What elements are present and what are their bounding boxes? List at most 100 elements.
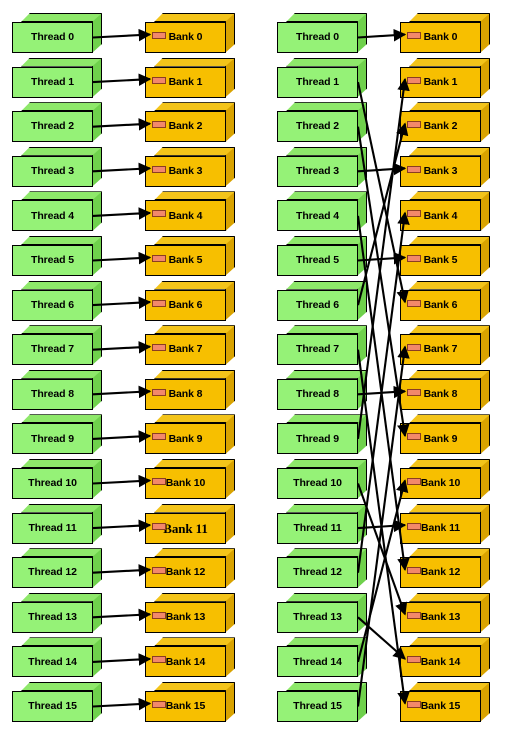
bank-access-chip-icon [407, 656, 421, 664]
thread-box-7-left-diagram[interactable]: Thread 7 [12, 325, 102, 366]
thread-box-9-left-diagram[interactable]: Thread 9 [12, 414, 102, 455]
thread-box-10-left-diagram[interactable]: Thread 10 [12, 459, 102, 499]
bank-box-top-face [154, 57, 235, 67]
bank-box-3-right-diagram[interactable]: Bank 3 [400, 146, 490, 187]
thread-box-2-right-diagram[interactable]: Thread 2 [277, 102, 367, 143]
thread-box-6-right-diagram[interactable]: Thread 6 [277, 280, 367, 321]
bank-box-14-left-diagram[interactable]: Bank 14 [145, 637, 235, 678]
thread-box-11-left-diagram[interactable]: Thread 11 [12, 503, 102, 544]
bank-box-10-right-diagram[interactable]: Bank 10 [400, 459, 490, 499]
bank-box-7-left-diagram[interactable]: Bank 7 [145, 325, 235, 366]
thread-box-14-left-diagram[interactable]: Thread 14 [12, 637, 102, 678]
thread-box-0-right-diagram[interactable]: Thread 0 [277, 13, 367, 53]
bank-box-11-left-diagram[interactable]: Bank 11 [145, 503, 235, 544]
bank-box-2-right-diagram[interactable]: Bank 2 [400, 102, 490, 143]
thread-label: Thread 10 [28, 477, 77, 490]
bank-label: Bank 8 [423, 388, 458, 401]
thread-box-top-face [21, 369, 102, 379]
thread-box-4-right-diagram[interactable]: Thread 4 [277, 191, 367, 232]
thread-box-13-right-diagram[interactable]: Thread 13 [277, 592, 367, 633]
bank-box-5-right-diagram[interactable]: Bank 5 [400, 236, 490, 276]
bank-box-3-left-diagram[interactable]: Bank 3 [145, 146, 235, 187]
bank-box-7-right-diagram[interactable]: Bank 7 [400, 325, 490, 366]
bank-box-6-left-diagram[interactable]: Bank 6 [145, 280, 235, 321]
thread-box-top-face [286, 369, 367, 379]
thread-box-5-right-diagram[interactable]: Thread 5 [277, 236, 367, 276]
thread-box-14-right-diagram[interactable]: Thread 14 [277, 637, 367, 678]
thread-box-front-face: Thread 1 [277, 66, 358, 98]
bank-box-6-right-diagram[interactable]: Bank 6 [400, 280, 490, 321]
bank-box-14-right-diagram[interactable]: Bank 14 [400, 637, 490, 678]
bank-box-top-face [409, 13, 490, 22]
bank-box-top-face [409, 503, 490, 513]
thread-box-top-face [21, 325, 102, 335]
bank-box-10-left-diagram[interactable]: Bank 10 [145, 459, 235, 499]
thread-box-3-right-diagram[interactable]: Thread 3 [277, 146, 367, 187]
bank-box-2-left-diagram[interactable]: Bank 2 [145, 102, 235, 143]
thread-box-3-left-diagram[interactable]: Thread 3 [12, 146, 102, 187]
thread-box-front-face: Thread 6 [277, 289, 358, 321]
bank-box-13-right-diagram[interactable]: Bank 13 [400, 592, 490, 633]
thread-box-top-face [286, 414, 367, 424]
thread-box-5-left-diagram[interactable]: Thread 5 [12, 236, 102, 276]
thread-box-15-left-diagram[interactable]: Thread 15 [12, 682, 102, 722]
bank-access-chip-icon [407, 611, 421, 619]
thread-label: Thread 11 [293, 521, 342, 534]
thread-box-front-face: Thread 11 [12, 512, 93, 544]
thread-box-top-face [21, 191, 102, 201]
bank-box-top-face [154, 325, 235, 335]
bank-box-4-left-diagram[interactable]: Bank 4 [145, 191, 235, 232]
bank-box-12-left-diagram[interactable]: Bank 12 [145, 548, 235, 589]
bank-box-15-right-diagram[interactable]: Bank 15 [400, 682, 490, 722]
thread-box-13-left-diagram[interactable]: Thread 13 [12, 592, 102, 633]
thread-box-top-face [286, 592, 367, 602]
bank-box-9-right-diagram[interactable]: Bank 9 [400, 414, 490, 455]
bank-box-top-face [409, 592, 490, 602]
thread-box-4-left-diagram[interactable]: Thread 4 [12, 191, 102, 232]
thread-box-top-face [286, 548, 367, 558]
thread-box-8-left-diagram[interactable]: Thread 8 [12, 369, 102, 410]
bank-box-8-right-diagram[interactable]: Bank 8 [400, 369, 490, 410]
bank-access-chip-icon [407, 433, 421, 441]
thread-box-8-right-diagram[interactable]: Thread 8 [277, 369, 367, 410]
thread-box-1-right-diagram[interactable]: Thread 1 [277, 57, 367, 98]
bank-box-12-right-diagram[interactable]: Bank 12 [400, 548, 490, 589]
bank-box-15-left-diagram[interactable]: Bank 15 [145, 682, 235, 722]
thread-box-2-left-diagram[interactable]: Thread 2 [12, 102, 102, 143]
bank-label: Bank 5 [423, 254, 458, 267]
thread-box-10-right-diagram[interactable]: Thread 10 [277, 459, 367, 499]
bank-label: Bank 12 [165, 566, 206, 579]
bank-label: Bank 10 [165, 477, 206, 490]
thread-box-11-right-diagram[interactable]: Thread 11 [277, 503, 367, 544]
thread-box-0-left-diagram[interactable]: Thread 0 [12, 13, 102, 53]
bank-access-chip-icon [152, 32, 166, 39]
bank-box-1-left-diagram[interactable]: Bank 1 [145, 57, 235, 98]
bank-box-9-left-diagram[interactable]: Bank 9 [145, 414, 235, 455]
thread-box-front-face: Thread 11 [277, 512, 358, 544]
thread-label: Thread 3 [296, 165, 339, 178]
bank-box-13-left-diagram[interactable]: Bank 13 [145, 592, 235, 633]
bank-label: Bank 5 [168, 254, 203, 267]
bank-box-1-right-diagram[interactable]: Bank 1 [400, 57, 490, 98]
bank-box-0-left-diagram[interactable]: Bank 0 [145, 13, 235, 53]
thread-box-9-right-diagram[interactable]: Thread 9 [277, 414, 367, 455]
bank-box-5-left-diagram[interactable]: Bank 5 [145, 236, 235, 276]
thread-box-top-face [286, 503, 367, 513]
bank-box-4-right-diagram[interactable]: Bank 4 [400, 191, 490, 232]
bank-box-8-left-diagram[interactable]: Bank 8 [145, 369, 235, 410]
thread-box-7-right-diagram[interactable]: Thread 7 [277, 325, 367, 366]
bank-access-chip-icon [407, 478, 421, 485]
thread-box-6-left-diagram[interactable]: Thread 6 [12, 280, 102, 321]
thread-label: Thread 2 [31, 120, 74, 133]
thread-box-12-left-diagram[interactable]: Thread 12 [12, 548, 102, 589]
bank-box-top-face [409, 459, 490, 468]
thread-box-1-left-diagram[interactable]: Thread 1 [12, 57, 102, 98]
bank-box-11-right-diagram[interactable]: Bank 11 [400, 503, 490, 544]
thread-box-12-right-diagram[interactable]: Thread 12 [277, 548, 367, 589]
bank-label: Bank 7 [423, 343, 458, 356]
thread-label: Thread 13 [28, 611, 77, 624]
thread-box-15-right-diagram[interactable]: Thread 15 [277, 682, 367, 722]
bank-access-chip-icon [407, 388, 421, 396]
bank-box-0-right-diagram[interactable]: Bank 0 [400, 13, 490, 53]
bank-access-chip-icon [152, 121, 166, 129]
